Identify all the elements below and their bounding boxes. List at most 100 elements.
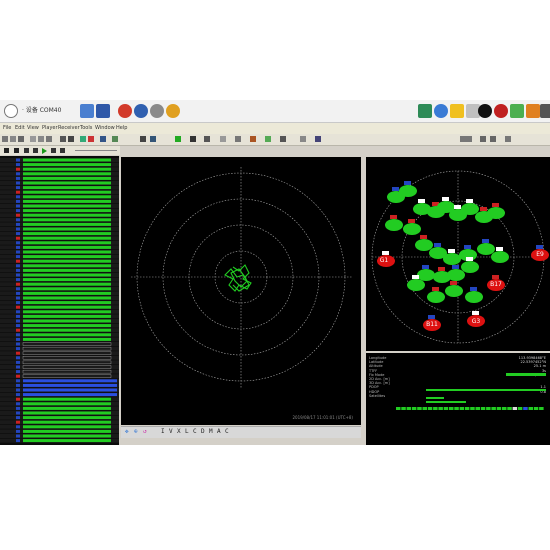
- stop-icon[interactable]: [14, 148, 19, 153]
- statistics-icon[interactable]: [315, 136, 321, 142]
- signal-bar: [23, 310, 111, 314]
- graph-icon[interactable]: [526, 104, 540, 118]
- paste-icon[interactable]: [46, 136, 52, 142]
- sat-label-e9: E9: [536, 251, 544, 258]
- satellite-status-bar: [512, 407, 518, 410]
- mode-l[interactable]: L: [185, 428, 189, 435]
- menu-player[interactable]: Player: [42, 125, 58, 131]
- menu-tools[interactable]: Tools: [80, 125, 92, 131]
- sun-icon[interactable]: [450, 104, 464, 118]
- playback-slider[interactable]: [75, 150, 117, 151]
- zoom-icon[interactable]: [60, 136, 66, 142]
- save-icon[interactable]: [96, 104, 110, 118]
- camera-icon[interactable]: [540, 104, 550, 118]
- skip-end-icon[interactable]: [60, 148, 65, 153]
- connect-icon[interactable]: [80, 104, 94, 118]
- globe-icon[interactable]: [434, 104, 448, 118]
- menu-receiver[interactable]: Receiver: [58, 125, 80, 131]
- fast-forward-icon[interactable]: [51, 148, 56, 153]
- signal-view-icon[interactable]: [175, 136, 181, 142]
- flag-icon: [16, 259, 20, 263]
- flag-icon: [16, 439, 20, 443]
- signal-bar: [23, 259, 111, 263]
- zoom-icon[interactable]: ⊕: [134, 428, 138, 435]
- flag-icon: [16, 291, 20, 295]
- flag-icon: [16, 190, 20, 194]
- satellite-icon[interactable]: [510, 104, 524, 118]
- open-icon[interactable]: [10, 136, 16, 142]
- disconnect-icon[interactable]: [88, 136, 94, 142]
- signal-bar: [23, 393, 117, 397]
- flag-icon: [480, 207, 487, 211]
- message-icon[interactable]: [250, 136, 256, 142]
- connect-icon[interactable]: [80, 136, 86, 142]
- flag-icon: [16, 310, 20, 314]
- pause-icon[interactable]: [24, 148, 29, 153]
- signal-bar: [23, 227, 111, 231]
- menu-edit[interactable]: Edit: [15, 125, 25, 131]
- flag-icon: [16, 245, 20, 249]
- sat-label-b11: B11: [426, 321, 438, 328]
- cut-icon[interactable]: [30, 136, 36, 142]
- mode-v[interactable]: V: [169, 428, 173, 435]
- stop-icon[interactable]: [134, 104, 148, 118]
- deviation-map-panel: 2019/08/17 11:01:01 (UTC+8): [121, 157, 361, 425]
- back-icon[interactable]: [480, 136, 486, 142]
- menu-window[interactable]: Window: [95, 125, 115, 131]
- map-icon[interactable]: [418, 104, 432, 118]
- signal-bar: [23, 397, 111, 401]
- flag-icon: [496, 247, 503, 251]
- gps-globe-icon[interactable]: [4, 104, 18, 118]
- signal-bar: [23, 199, 111, 203]
- reset-icon[interactable]: ↺: [143, 428, 147, 435]
- flag-icon: [422, 265, 429, 269]
- globe-icon[interactable]: [166, 104, 180, 118]
- layout-icon[interactable]: [140, 136, 146, 142]
- zoom-dropdown[interactable]: [460, 136, 472, 142]
- deviation-icon[interactable]: [204, 136, 210, 142]
- menu-help[interactable]: Help: [116, 125, 127, 131]
- flag-icon: [16, 374, 20, 378]
- mode-a[interactable]: A: [217, 428, 221, 435]
- save-icon[interactable]: [18, 136, 24, 142]
- chart-icon[interactable]: [235, 136, 241, 142]
- signal-bar: [23, 324, 111, 328]
- settings-icon[interactable]: [150, 104, 164, 118]
- menu-file[interactable]: File: [3, 125, 11, 131]
- flag-icon: [16, 434, 20, 438]
- grid-icon[interactable]: [220, 136, 226, 142]
- step-back-icon[interactable]: [33, 148, 38, 153]
- satellite-status-bar: [433, 407, 438, 410]
- map-icon[interactable]: [300, 136, 306, 142]
- star-icon[interactable]: [478, 104, 492, 118]
- forward-icon[interactable]: [490, 136, 496, 142]
- flag-icon: [16, 397, 20, 401]
- eject-icon[interactable]: [4, 148, 9, 153]
- mode-m[interactable]: M: [209, 428, 213, 435]
- play-icon[interactable]: [42, 148, 47, 154]
- record-icon[interactable]: [118, 104, 132, 118]
- recorder-icon[interactable]: [494, 104, 508, 118]
- help-icon[interactable]: [505, 136, 511, 142]
- docking-icon[interactable]: [150, 136, 156, 142]
- copy-icon[interactable]: [38, 136, 44, 142]
- mode-c2[interactable]: C: [225, 428, 229, 435]
- poll-icon[interactable]: [112, 136, 118, 142]
- console-icon[interactable]: [265, 136, 271, 142]
- sky-view-icon[interactable]: [190, 136, 196, 142]
- mode-c[interactable]: C: [193, 428, 197, 435]
- menu-view[interactable]: View: [27, 125, 39, 131]
- new-icon[interactable]: [2, 136, 8, 142]
- mode-d[interactable]: D: [201, 428, 205, 435]
- satellite-status-bar: [406, 407, 412, 410]
- config-icon[interactable]: [100, 136, 106, 142]
- flag-icon: [390, 215, 397, 219]
- table-icon[interactable]: [280, 136, 286, 142]
- mode-x[interactable]: X: [177, 428, 181, 435]
- mode-i[interactable]: I: [161, 428, 165, 435]
- print-icon[interactable]: [68, 136, 74, 142]
- flag-icon: [412, 275, 419, 279]
- satellite-status-bar: [480, 407, 486, 410]
- flag-icon: [470, 287, 477, 291]
- grab-icon[interactable]: ✥: [125, 428, 129, 435]
